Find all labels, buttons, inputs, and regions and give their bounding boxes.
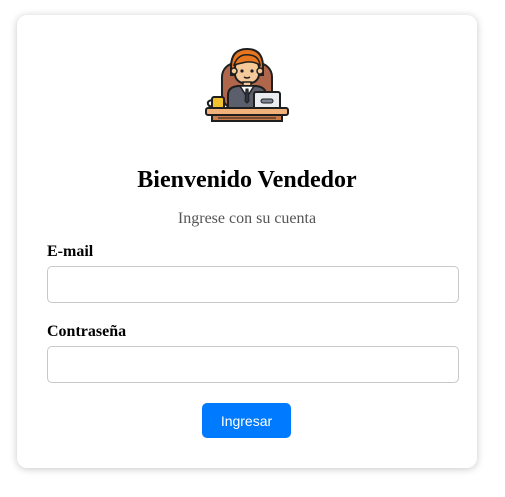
page-title: Bienvenido Vendedor: [137, 167, 357, 193]
password-label: Contraseña: [47, 323, 127, 340]
seller-at-desk-icon: [204, 45, 290, 123]
email-label: E-mail: [47, 243, 94, 260]
login-button[interactable]: Ingresar: [202, 403, 291, 438]
email-field[interactable]: [47, 266, 459, 303]
page-subtitle: Ingrese con su cuenta: [177, 210, 317, 227]
password-field[interactable]: [47, 346, 459, 383]
login-card: Bienvenido Vendedor Ingrese con su cuent…: [17, 15, 477, 468]
